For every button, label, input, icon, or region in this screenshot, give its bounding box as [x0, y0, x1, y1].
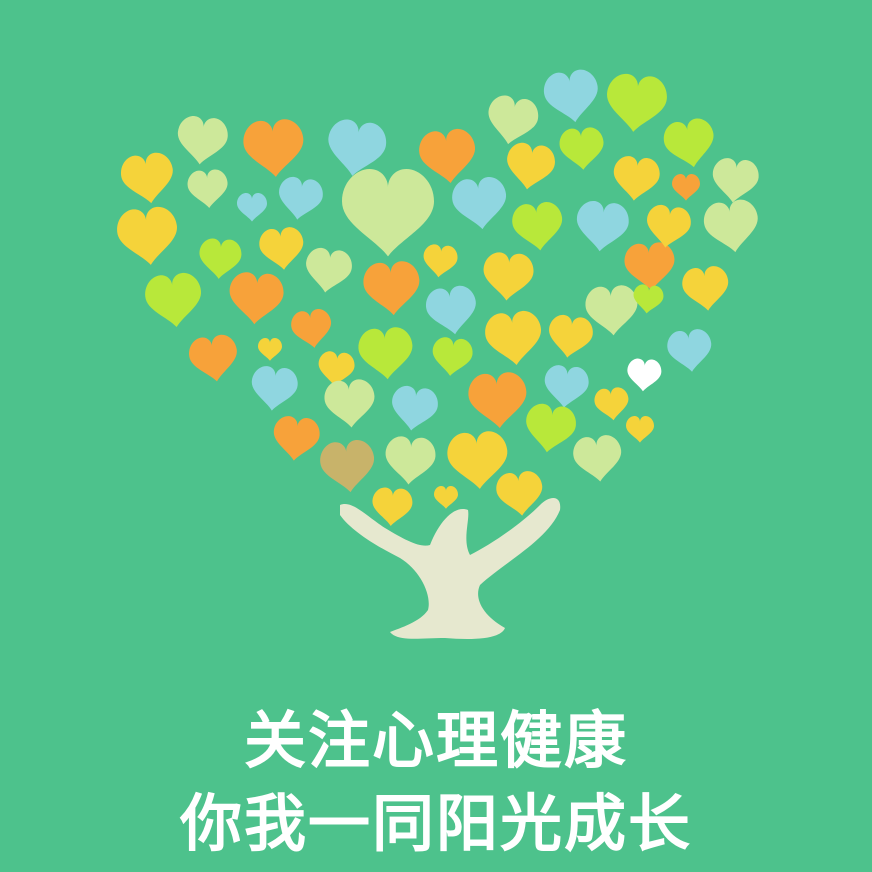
heart-shape [143, 271, 205, 330]
heart-shape [571, 433, 625, 484]
heart-shape [118, 150, 178, 207]
heart-shape [115, 205, 181, 268]
heart-shape [643, 203, 693, 251]
heart-shape [522, 401, 579, 456]
heart-shape [421, 243, 459, 279]
poster: 关注心理健康 你我一同阳光成长 [0, 0, 872, 872]
heart-shape [370, 486, 414, 528]
heart-shape [197, 237, 243, 281]
heart-shape [362, 260, 422, 318]
heart-shape [558, 126, 606, 172]
heart-shape [542, 363, 591, 410]
heart-shape [483, 93, 541, 149]
heart-shape [323, 117, 389, 180]
heart-shape [302, 246, 354, 296]
heart-shape [434, 486, 458, 509]
heart-shape [701, 197, 763, 256]
heart-shape [450, 175, 510, 232]
heart-shape [323, 378, 377, 430]
slogan-line-1: 关注心理健康 [243, 704, 628, 777]
heart-shape [603, 72, 669, 135]
heart-shape [483, 309, 545, 368]
heart-shape [593, 386, 631, 422]
heart-shape [610, 154, 662, 203]
heart-shape [541, 67, 603, 126]
slogan-line-2: 你我一同阳光成长 [179, 787, 692, 860]
heart-shape [417, 127, 479, 186]
heart-shape [503, 140, 558, 193]
heart-shape [318, 438, 378, 495]
heart-shape [510, 200, 566, 253]
heart-shape [388, 384, 440, 434]
heart-shape [186, 332, 241, 385]
heart-shape [481, 251, 535, 303]
heart-shape [709, 156, 761, 205]
heart-shape [275, 175, 325, 223]
heart-shape [672, 174, 700, 201]
hearts-canopy [115, 67, 763, 528]
heart-shape [430, 336, 474, 378]
heart-shape [342, 169, 434, 257]
heart-shape [241, 117, 306, 180]
heart-shape [248, 364, 300, 413]
heart-shape [186, 168, 230, 210]
heart-shape [357, 326, 415, 382]
heart-shape [626, 416, 654, 443]
heart-shape [661, 116, 719, 172]
heart-shape [631, 283, 665, 315]
heart-shape [237, 193, 267, 222]
heart-shape [625, 357, 663, 393]
heart-shape [423, 283, 480, 338]
heart-shape [623, 241, 677, 293]
heart-shape [383, 435, 437, 487]
tree-trunk [340, 498, 561, 639]
heart-shape [257, 225, 306, 272]
heart-shape [665, 327, 714, 374]
heart-shape [227, 271, 285, 327]
heart-shape [270, 414, 322, 463]
heart-shape [545, 313, 595, 361]
heart-shape [258, 338, 282, 361]
heart-shape [174, 114, 230, 167]
heart-shape [289, 307, 335, 351]
heart-shape [680, 264, 732, 313]
heart-shape [573, 199, 631, 254]
heart-shape [467, 371, 529, 431]
